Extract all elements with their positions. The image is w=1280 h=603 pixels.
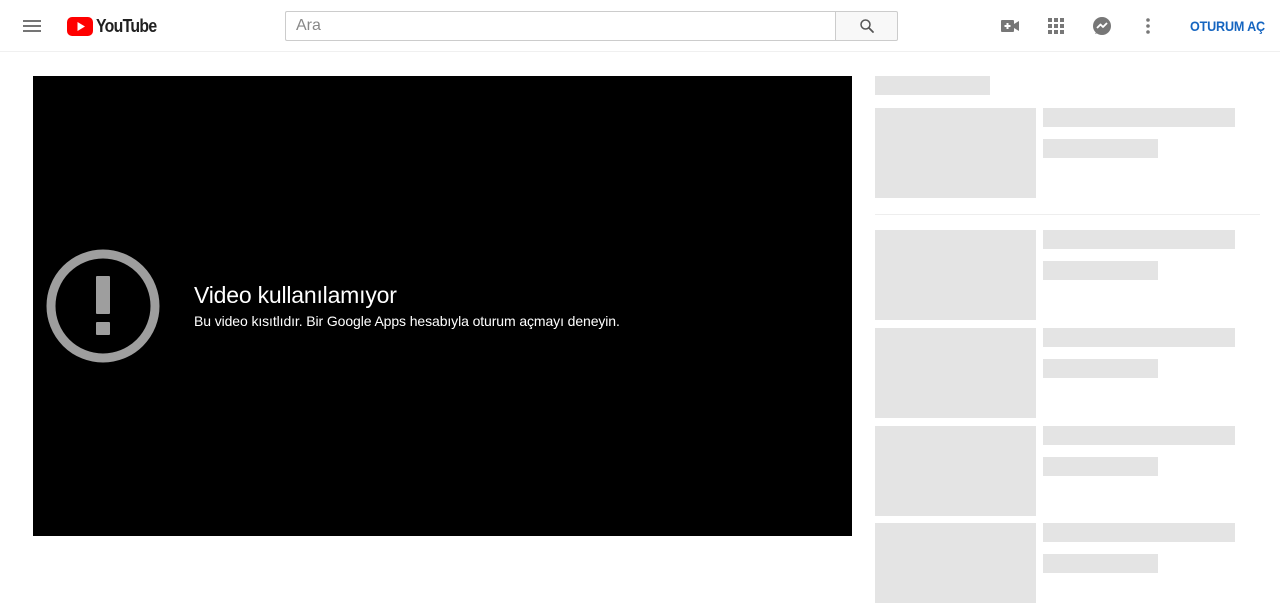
search-box	[285, 11, 836, 41]
skeleton-thumbnail	[875, 230, 1036, 320]
skeleton-title-line	[1043, 328, 1235, 347]
logo-wordmark: YouTube	[96, 15, 157, 36]
skeleton-meta-line	[1043, 139, 1158, 158]
masthead: YouTube Ara OTURUM AÇ	[0, 0, 1280, 52]
error-exclamation-icon	[46, 249, 160, 363]
error-message: Bu video kısıtlıdır. Bir Google Apps hes…	[194, 313, 620, 329]
video-player[interactable]: Video kullanılamıyor Bu video kısıtlıdır…	[33, 76, 852, 536]
skeleton-meta-line	[1043, 554, 1158, 573]
signin-button[interactable]: OTURUM AÇ	[1190, 18, 1265, 34]
more-vert-icon[interactable]	[1136, 14, 1160, 38]
skeleton-meta-line	[1043, 261, 1158, 280]
apps-grid-icon[interactable]	[1044, 14, 1068, 38]
skeleton-meta-line	[1043, 359, 1158, 378]
search-button[interactable]	[835, 11, 898, 41]
error-title: Video kullanılamıyor	[194, 282, 397, 308]
menu-icon[interactable]	[16, 10, 48, 42]
skeleton-divider	[875, 214, 1260, 215]
youtube-logo[interactable]: YouTube	[67, 15, 165, 37]
youtube-play-icon	[67, 16, 93, 36]
skeleton-title-line	[1043, 230, 1235, 249]
skeleton-title-line	[1043, 426, 1235, 445]
search-icon	[859, 19, 874, 33]
video-camera-icon[interactable]	[998, 14, 1022, 38]
messages-icon[interactable]	[1090, 14, 1114, 38]
skeleton-title-line	[1043, 108, 1235, 127]
skeleton-thumbnail	[875, 426, 1036, 516]
skeleton-thumbnail	[875, 523, 1036, 603]
skeleton-thumbnail	[875, 328, 1036, 418]
skeleton-thumbnail	[875, 108, 1036, 198]
skeleton-title-line	[1043, 523, 1235, 542]
search-input[interactable]	[286, 12, 836, 40]
skeleton-header	[875, 76, 990, 95]
skeleton-meta-line	[1043, 457, 1158, 476]
